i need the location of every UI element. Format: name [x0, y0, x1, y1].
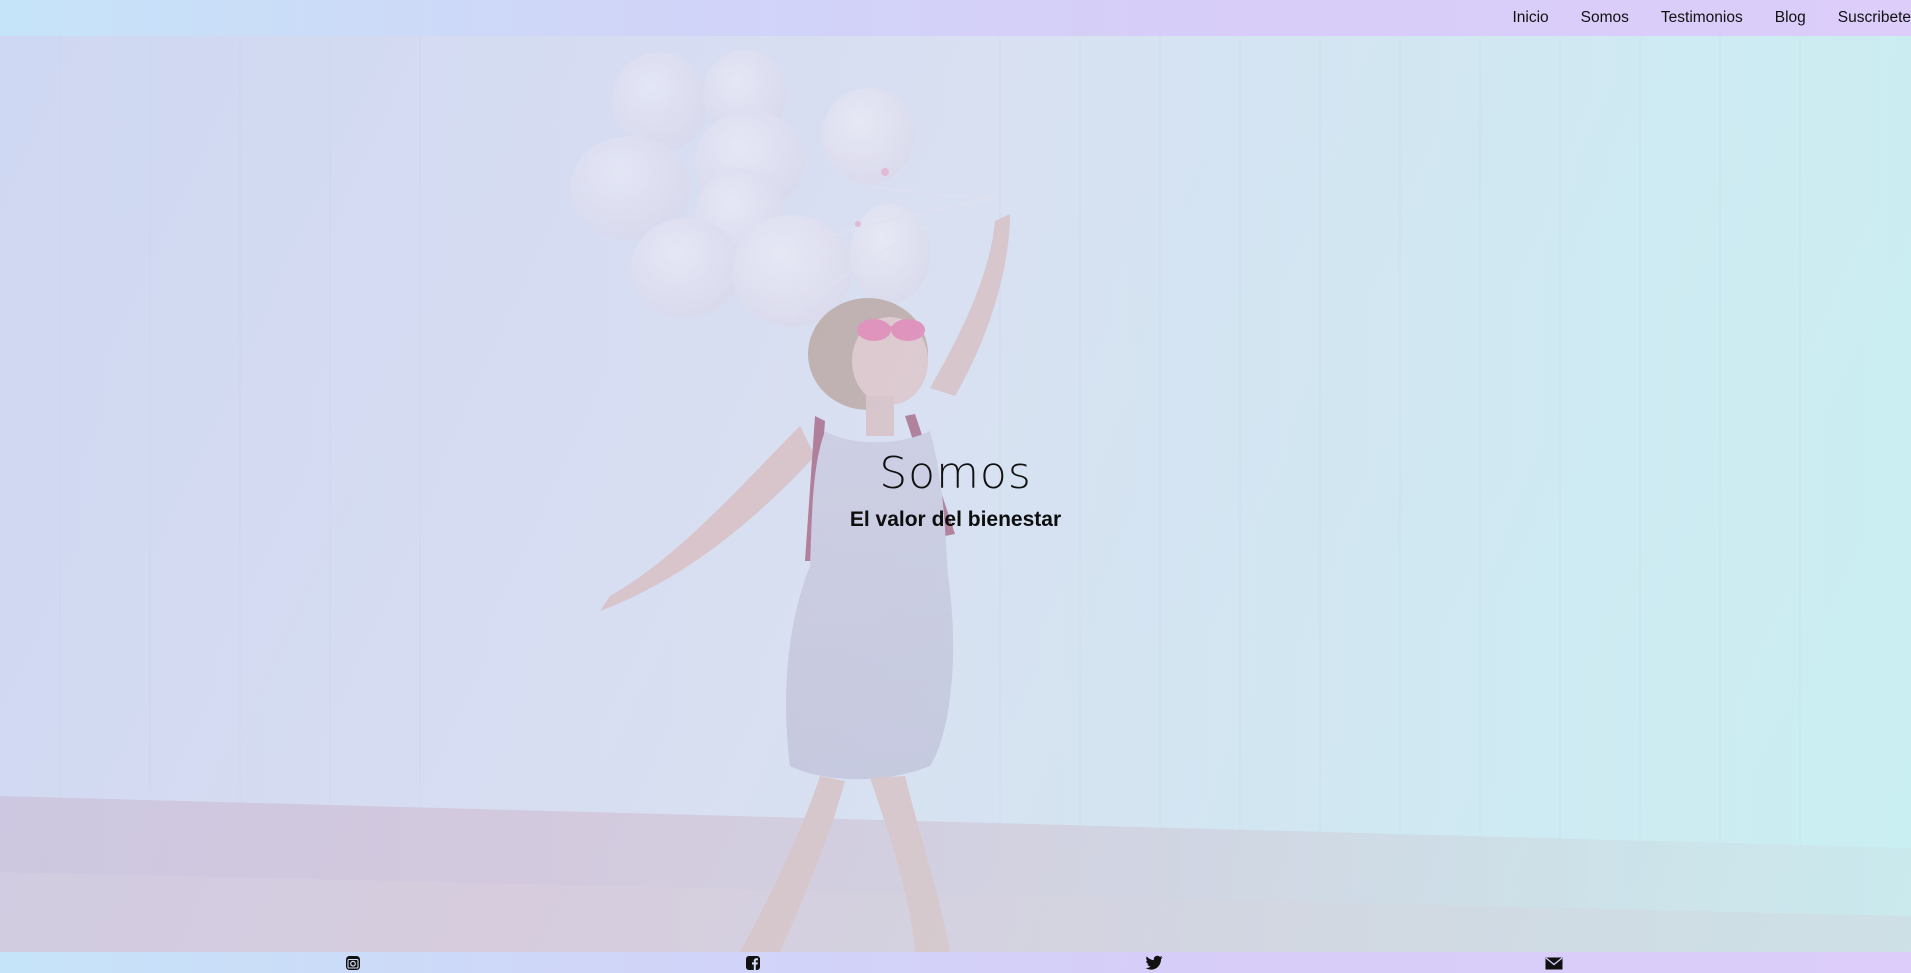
nav-link-suscribete[interactable]: Suscribete — [1838, 0, 1911, 36]
footer-bar — [0, 952, 1911, 973]
mail-icon[interactable] — [1545, 955, 1563, 971]
top-nav-bar: Inicio Somos Testimonios Blog Suscribete — [0, 0, 1911, 36]
facebook-icon[interactable] — [745, 955, 761, 971]
main-nav: Inicio Somos Testimonios Blog Suscribete — [1480, 0, 1911, 36]
hero-title: Somos — [879, 448, 1032, 499]
nav-link-somos[interactable]: Somos — [1581, 0, 1629, 36]
nav-link-blog[interactable]: Blog — [1775, 0, 1806, 36]
hero-section: Somos El valor del bienestar — [0, 36, 1911, 952]
twitter-icon[interactable] — [1145, 955, 1163, 971]
hero-text-block: Somos El valor del bienestar — [0, 448, 1911, 534]
instagram-icon[interactable] — [345, 955, 361, 971]
hero-subtitle: El valor del bienestar — [849, 508, 1062, 531]
nav-link-testimonios[interactable]: Testimonios — [1661, 0, 1743, 36]
nav-link-inicio[interactable]: Inicio — [1512, 0, 1548, 36]
